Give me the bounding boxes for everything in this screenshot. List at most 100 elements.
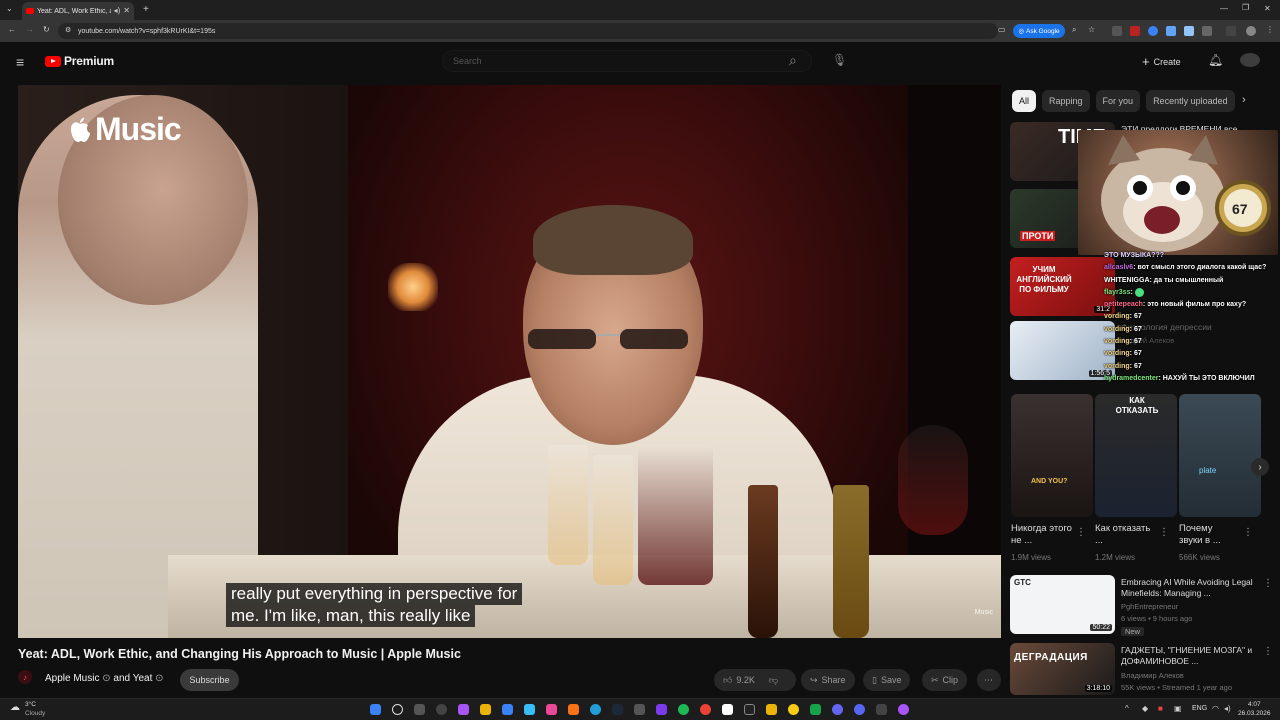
short-thumbnail[interactable]: plate bbox=[1179, 394, 1261, 517]
profile-avatar[interactable] bbox=[1246, 26, 1256, 36]
account-avatar[interactable] bbox=[1240, 53, 1260, 67]
minimize-icon[interactable]: — bbox=[1220, 5, 1228, 13]
zoom-icon[interactable]: ⌕ bbox=[1072, 26, 1076, 34]
extensions-puzzle-icon[interactable] bbox=[1202, 26, 1212, 36]
create-button[interactable]: + Create bbox=[1142, 54, 1181, 69]
app-icon[interactable] bbox=[898, 704, 909, 715]
volume-icon[interactable]: ◂) bbox=[1224, 705, 1231, 713]
tray-icon[interactable]: ▣ bbox=[1174, 705, 1182, 713]
app-icon[interactable] bbox=[458, 704, 469, 715]
shorts-next-icon[interactable]: › bbox=[1251, 458, 1269, 476]
app-icon[interactable] bbox=[656, 704, 667, 715]
subscribe-button[interactable]: Subscribe bbox=[180, 669, 239, 691]
app-icon[interactable] bbox=[810, 704, 821, 715]
weather-desc[interactable]: Cloudy bbox=[25, 710, 45, 717]
share-button[interactable]: ↪ Share bbox=[801, 669, 855, 691]
extension-icon[interactable] bbox=[1112, 26, 1122, 36]
app-icon[interactable] bbox=[766, 704, 777, 715]
channel-avatar[interactable]: ♪ bbox=[18, 670, 32, 684]
app-icon[interactable] bbox=[568, 704, 579, 715]
tray-chevron-icon[interactable]: ^ bbox=[1125, 705, 1129, 713]
youtube-premium-logo[interactable]: Premium bbox=[64, 54, 114, 68]
save-button[interactable]: ▯ Save bbox=[863, 669, 911, 691]
chip-rapping[interactable]: Rapping bbox=[1042, 90, 1090, 112]
recommendation-title[interactable]: ГАДЖЕТЫ, "ГНИЕНИЕ МОЗГА" и ДОФАМИНОВОЕ .… bbox=[1121, 645, 1261, 667]
clock-time[interactable]: 4:07 bbox=[1248, 701, 1261, 708]
recommendation-more-icon[interactable]: ⋮ bbox=[1263, 646, 1273, 657]
app-icon[interactable] bbox=[722, 704, 733, 715]
short-title[interactable]: Как отказать ... bbox=[1095, 523, 1153, 547]
app-icon[interactable] bbox=[546, 704, 557, 715]
short-title[interactable]: Никогда этого не ... bbox=[1011, 523, 1073, 547]
chrome-icon[interactable] bbox=[700, 704, 711, 715]
like-count[interactable]: 9.2K bbox=[736, 675, 755, 685]
extension-globe-icon[interactable] bbox=[1148, 26, 1158, 36]
app-icon[interactable] bbox=[502, 704, 513, 715]
new-tab-button[interactable]: + bbox=[143, 5, 149, 15]
app-icon[interactable] bbox=[634, 704, 645, 715]
recommendation-thumbnail[interactable]: GTC 50:22 bbox=[1010, 575, 1115, 634]
app-icon[interactable] bbox=[744, 704, 755, 715]
app-icon[interactable] bbox=[524, 704, 535, 715]
thumbs-up-icon[interactable]: 👍︎ bbox=[723, 675, 732, 686]
more-actions-button[interactable]: ⋯ bbox=[977, 669, 1001, 691]
search-icon[interactable] bbox=[392, 704, 403, 715]
recommendation-thumbnail[interactable]: УЧИМ АНГЛИЙСКИЙ ПО ФИЛЬМУ 31:2 bbox=[1010, 257, 1115, 316]
maximize-icon[interactable]: ❐ bbox=[1242, 4, 1249, 12]
ask-google-button[interactable]: ◎ Ask Google bbox=[1013, 24, 1065, 38]
search-input[interactable]: Search bbox=[442, 50, 812, 72]
chip-recently-uploaded[interactable]: Recently uploaded bbox=[1146, 90, 1235, 112]
clip-button[interactable]: ✂ Clip bbox=[922, 669, 968, 691]
short-more-icon[interactable]: ⋮ bbox=[1243, 527, 1253, 538]
recommendation-more-icon[interactable]: ⋮ bbox=[1263, 578, 1273, 589]
forward-icon[interactable]: → bbox=[26, 26, 34, 34]
recommendation-thumbnail[interactable]: 1:56:5 bbox=[1010, 321, 1115, 380]
app-icon[interactable] bbox=[832, 704, 843, 715]
tab-close-icon[interactable]: ✕ bbox=[123, 7, 130, 15]
recommendation-thumbnail[interactable]: ДЕГРАДАЦИЯ 3:18:10 bbox=[1010, 643, 1115, 695]
youtube-logo-icon[interactable] bbox=[45, 56, 61, 67]
window-close-icon[interactable]: ✕ bbox=[1264, 5, 1271, 13]
short-more-icon[interactable]: ⋮ bbox=[1159, 527, 1169, 538]
extension-box-icon[interactable] bbox=[1184, 26, 1194, 36]
chip-for-you[interactable]: For you bbox=[1095, 90, 1141, 112]
tab-search-icon[interactable]: ⌄ bbox=[6, 5, 13, 13]
steam-icon[interactable] bbox=[612, 704, 623, 715]
sidebar-icon[interactable] bbox=[1226, 26, 1236, 36]
channel-name[interactable]: Apple Music ⊙ and Yeat ⊙ bbox=[45, 673, 164, 684]
wifi-icon[interactable]: ◠ bbox=[1212, 705, 1219, 713]
task-view-icon[interactable] bbox=[414, 704, 425, 715]
cast-icon[interactable]: ▭ bbox=[998, 26, 1006, 34]
tab-audio-icon[interactable]: ◂) bbox=[114, 7, 121, 15]
start-windows-icon[interactable] bbox=[370, 704, 381, 715]
app-icon[interactable] bbox=[876, 704, 887, 715]
extension-flag-icon[interactable] bbox=[1130, 26, 1140, 36]
browser-menu-icon[interactable]: ⋮ bbox=[1266, 26, 1274, 34]
tray-icon[interactable]: ◆ bbox=[1142, 705, 1148, 713]
address-bar[interactable]: ⚙ youtube.com/watch?v=sphf3kRUrKI&t=195s bbox=[58, 23, 998, 39]
language-indicator[interactable]: ENG bbox=[1192, 705, 1207, 712]
app-icon[interactable] bbox=[436, 704, 447, 715]
active-tab[interactable]: Yeat: ADL, Work Ethic, and ◂) ✕ bbox=[22, 2, 134, 20]
thumbs-down-icon[interactable]: 👎︎ bbox=[769, 675, 778, 686]
notifications-bell-icon[interactable]: 🔔︎ bbox=[1208, 53, 1223, 67]
telegram-icon[interactable] bbox=[590, 704, 601, 715]
file-explorer-icon[interactable] bbox=[480, 704, 491, 715]
app-icon[interactable] bbox=[788, 704, 799, 715]
tray-icon[interactable]: ■ bbox=[1158, 705, 1163, 713]
short-title[interactable]: Почему звуки в ... bbox=[1179, 523, 1237, 547]
discord-icon[interactable] bbox=[854, 704, 865, 715]
short-thumbnail[interactable]: КАК ОТКАЗАТЬ bbox=[1095, 394, 1177, 517]
short-more-icon[interactable]: ⋮ bbox=[1076, 527, 1086, 538]
clock-date[interactable]: 26.03.2026 bbox=[1238, 710, 1271, 717]
short-thumbnail[interactable]: AND YOU? bbox=[1011, 394, 1093, 517]
recommendation-title[interactable]: Embracing AI While Avoiding Legal Minefi… bbox=[1121, 577, 1261, 599]
video-player[interactable]: Music Music really put everything in per… bbox=[18, 85, 1001, 638]
microphone-icon[interactable]: 🎙︎ bbox=[832, 53, 847, 67]
extension-shield-icon[interactable] bbox=[1166, 26, 1176, 36]
weather-temp[interactable]: 3°C bbox=[25, 701, 36, 708]
bookmark-star-icon[interactable]: ☆ bbox=[1088, 26, 1095, 34]
chevron-right-icon[interactable]: › bbox=[1242, 94, 1246, 106]
spotify-icon[interactable] bbox=[678, 704, 689, 715]
search-icon[interactable]: ⌕ bbox=[789, 52, 797, 69]
